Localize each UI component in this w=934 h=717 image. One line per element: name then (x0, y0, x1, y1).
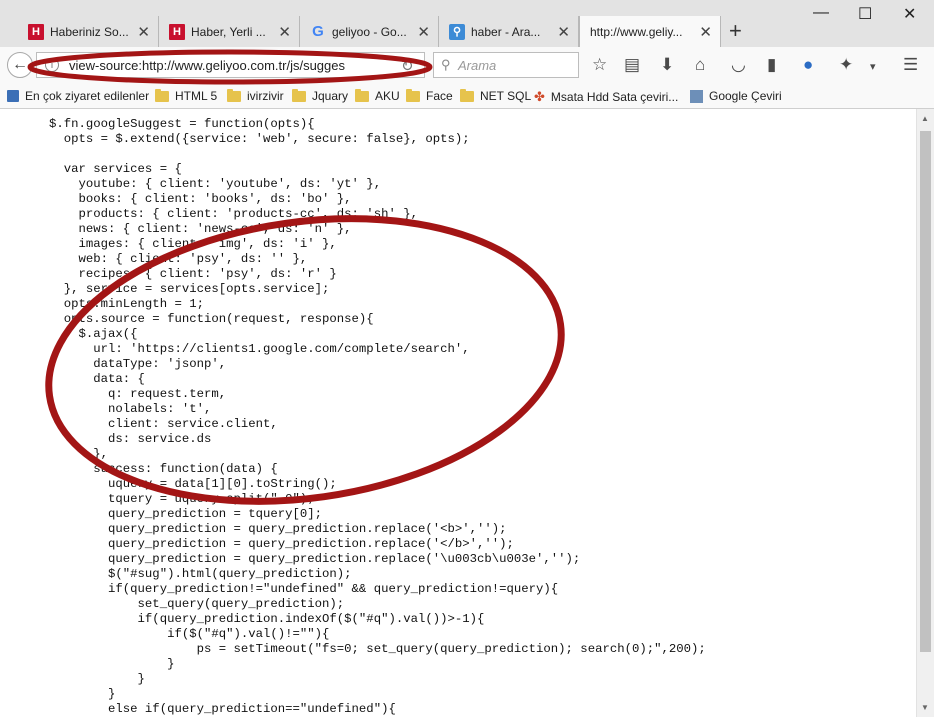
bookmark-label: AKU (375, 89, 400, 103)
tab-haberiniz[interactable]: H Haberiniz So... ✕ (18, 16, 159, 47)
bookmark-label: Google Çeviri (709, 89, 782, 103)
url-bar[interactable]: i view-source:http://www.geliyoo.com.tr/… (36, 52, 425, 78)
bookmark-label: NET SQL (480, 89, 532, 103)
search-placeholder: Arama (458, 58, 497, 73)
bookmark-label: Jquary (312, 89, 349, 103)
bookmark-label: Msata Hdd Sata çeviri... (550, 90, 679, 104)
folder-icon (406, 88, 420, 102)
google-icon: G (312, 23, 324, 40)
scrollbar-thumb[interactable] (920, 131, 931, 652)
url-text[interactable]: view-source:http://www.geliyoo.com.tr/js… (69, 58, 401, 73)
scroll-down-icon[interactable]: ▼ (921, 703, 929, 712)
folder-icon (460, 88, 474, 102)
extension-icon[interactable]: ▮ (767, 55, 776, 75)
scroll-up-icon[interactable]: ▲ (921, 114, 929, 123)
close-tab-icon[interactable]: ✕ (417, 23, 430, 41)
tab-haber-ara[interactable]: ⚲ haber - Ara... ✕ (439, 16, 579, 47)
bookmark-msata[interactable]: ✤ Msata Hdd Sata çeviri... (534, 89, 678, 105)
tab-title: http://www.geliy... (590, 24, 683, 39)
tab-active-view-source[interactable]: http://www.geliy... ✕ (579, 16, 721, 47)
close-tab-icon[interactable]: ✕ (278, 23, 291, 41)
close-tab-icon[interactable]: ✕ (557, 23, 570, 41)
maximize-button[interactable]: ☐ (858, 4, 872, 24)
search-input[interactable]: ⚲ Arama (433, 52, 579, 78)
bookmark-folder-face[interactable]: Face (406, 88, 453, 103)
tab-title: Haberiniz So... (50, 24, 129, 39)
bookmark-label: Face (426, 89, 453, 103)
reading-list-icon[interactable]: ▤ (624, 55, 640, 75)
vertical-scrollbar[interactable]: ▲ ▼ (916, 109, 934, 717)
search-icon: ⚲ (449, 23, 465, 40)
info-icon[interactable]: i (45, 58, 59, 72)
bookmarks-icon (7, 90, 19, 102)
bookmark-label: HTML 5 (175, 89, 218, 103)
folder-icon (227, 88, 241, 102)
minimize-button[interactable]: — (813, 4, 829, 22)
close-window-button[interactable]: ✕ (903, 4, 916, 24)
tab-title: haber - Ara... (471, 24, 541, 39)
menu-icon[interactable]: ☰ (903, 55, 918, 75)
tab-title: Haber, Yerli ... (191, 24, 266, 39)
addon-icon[interactable]: ✦ (839, 55, 853, 75)
search-icon: ⚲ (441, 57, 451, 72)
pocket-icon[interactable]: ◡ (731, 55, 746, 75)
reload-icon[interactable]: ↻ (401, 57, 414, 75)
bookmark-folder-ivirzivir[interactable]: ivirzivir (227, 88, 284, 103)
bookmark-google-ceviri[interactable]: Google Çeviri (690, 89, 782, 103)
tab-strip: H Haberiniz So... ✕ H Haber, Yerli ... ✕… (0, 0, 934, 47)
bookmarks-toolbar: En çok ziyaret edilenler HTML 5 ivirzivi… (0, 85, 934, 109)
bookmark-folder-html5[interactable]: HTML 5 (155, 88, 218, 103)
pinwheel-icon: ✤ (534, 89, 545, 104)
translate-icon (690, 89, 703, 103)
bookmark-star-icon[interactable]: ☆ (592, 55, 607, 75)
new-tab-button[interactable]: + (729, 18, 742, 44)
view-source-content: $.fn.googleSuggest = function(opts){ opt… (0, 109, 916, 717)
close-tab-icon[interactable]: ✕ (137, 23, 150, 41)
bookmark-folder-net-sql[interactable]: NET SQL (460, 88, 532, 103)
bookmark-label: ivirzivir (247, 89, 284, 103)
bookmark-folder-aku[interactable]: AKU (355, 88, 400, 103)
bookmark-most-visited[interactable]: En çok ziyaret edilenler (7, 89, 149, 103)
h-logo-icon: H (169, 23, 185, 40)
folder-icon (355, 88, 369, 102)
media-icon[interactable]: ● (803, 55, 813, 75)
download-icon[interactable]: ⬇ (660, 55, 674, 75)
bookmark-label: En çok ziyaret edilenler (25, 89, 150, 103)
bookmark-folder-jquary[interactable]: Jquary (292, 88, 349, 103)
folder-icon (292, 88, 306, 102)
h-logo-icon: H (28, 23, 44, 40)
close-tab-icon[interactable]: ✕ (699, 23, 712, 41)
navigation-toolbar: ← i view-source:http://www.geliyoo.com.t… (0, 47, 934, 85)
folder-icon (155, 88, 169, 102)
home-icon[interactable]: ⌂ (695, 55, 705, 75)
back-arrow-icon: ← (12, 56, 28, 73)
tab-title: geliyoo - Go... (332, 24, 407, 39)
tab-haber-yerli[interactable]: H Haber, Yerli ... ✕ (159, 16, 300, 47)
tab-geliyoo-google[interactable]: G geliyoo - Go... ✕ (300, 16, 439, 47)
back-button[interactable]: ← (7, 52, 33, 78)
source-code: $.fn.googleSuggest = function(opts){ opt… (49, 117, 706, 716)
dropdown-icon[interactable]: ▾ (870, 60, 876, 73)
